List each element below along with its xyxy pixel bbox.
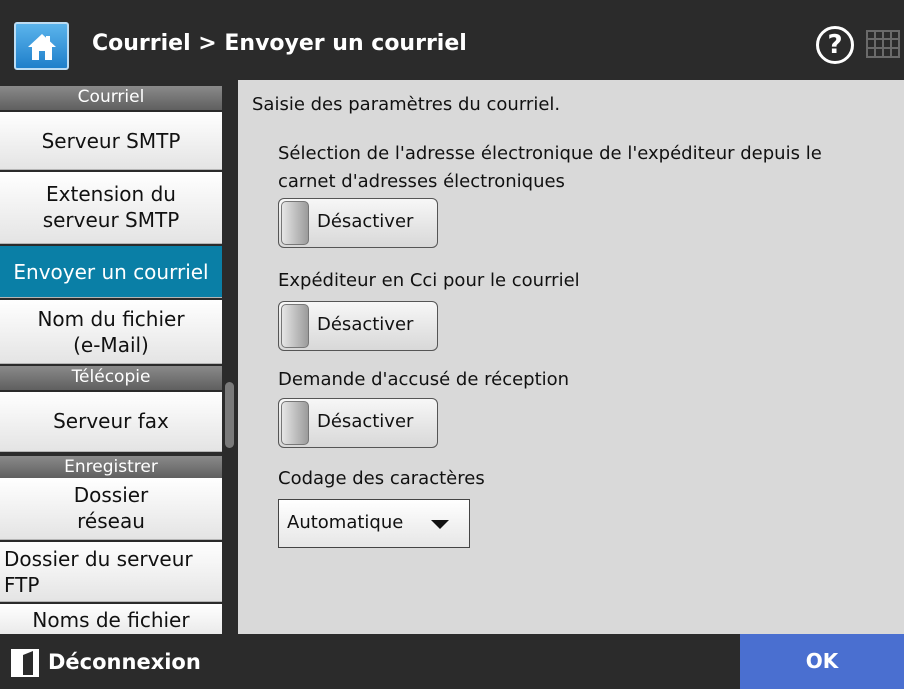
settings-panel: Saisie des paramètres du courriel. Sélec… bbox=[238, 80, 904, 634]
help-button[interactable]: ? bbox=[816, 26, 854, 64]
home-icon bbox=[28, 34, 56, 60]
logout-label: Déconnexion bbox=[48, 650, 201, 674]
sidebar-item-envoyer-courriel[interactable]: Envoyer un courriel bbox=[0, 246, 222, 298]
sidebar-item-noms-fichier[interactable]: Noms de fichier bbox=[0, 604, 222, 634]
sidebar: Courriel Serveur SMTP Extension du serve… bbox=[0, 80, 222, 634]
setting-label-sender-address: Sélection de l'adresse électronique de l… bbox=[278, 143, 822, 164]
sidebar-item-nom-fichier[interactable]: Nom du fichier (e-Mail) bbox=[0, 300, 222, 364]
scrollbar-thumb[interactable] bbox=[225, 382, 234, 448]
footer-bar: Déconnexion OK bbox=[0, 634, 904, 689]
sidebar-section-courriel: Courriel bbox=[0, 86, 222, 110]
ok-button[interactable]: OK bbox=[740, 634, 904, 689]
sidebar-item-dossier-reseau[interactable]: Dossier réseau bbox=[0, 478, 222, 540]
sidebar-item-extension-smtp[interactable]: Extension du serveur SMTP bbox=[0, 172, 222, 244]
sidebar-item-serveur-fax[interactable]: Serveur fax bbox=[0, 392, 222, 452]
toggle-label: Désactiver bbox=[317, 314, 414, 335]
encoding-value: Automatique bbox=[287, 512, 404, 533]
home-button[interactable] bbox=[14, 22, 69, 70]
toggle-knob bbox=[281, 304, 309, 348]
setting-label-encoding: Codage des caractères bbox=[278, 468, 485, 489]
setting-label-sender-address-line2: carnet d'adresses électroniques bbox=[278, 171, 565, 192]
keyboard-button[interactable] bbox=[866, 30, 900, 58]
header-bar: Courriel > Envoyer un courriel ? bbox=[0, 0, 904, 80]
sidebar-section-telecopie: Télécopie bbox=[0, 366, 222, 390]
sidebar-scrollbar[interactable] bbox=[222, 80, 238, 634]
keyboard-icon bbox=[866, 30, 900, 58]
sidebar-item-serveur-smtp[interactable]: Serveur SMTP bbox=[0, 112, 222, 170]
encoding-select[interactable]: Automatique bbox=[278, 499, 470, 548]
sender-address-toggle[interactable]: Désactiver bbox=[278, 198, 438, 248]
toggle-label: Désactiver bbox=[317, 411, 414, 432]
page-title: Courriel > Envoyer un courriel bbox=[92, 31, 467, 56]
read-receipt-toggle[interactable]: Désactiver bbox=[278, 398, 438, 448]
logout-button[interactable]: Déconnexion bbox=[10, 646, 201, 678]
toggle-label: Désactiver bbox=[317, 211, 414, 232]
sidebar-section-enregistrer: Enregistrer bbox=[0, 456, 222, 478]
setting-label-bcc: Expéditeur en Cci pour le courriel bbox=[278, 270, 580, 291]
toggle-knob bbox=[281, 401, 309, 445]
sidebar-item-dossier-ftp[interactable]: Dossier du serveur FTP bbox=[0, 542, 222, 602]
chevron-down-icon bbox=[431, 520, 449, 529]
intro-text: Saisie des paramètres du courriel. bbox=[252, 94, 561, 115]
logout-icon bbox=[11, 649, 39, 677]
setting-label-read-receipt: Demande d'accusé de réception bbox=[278, 369, 570, 390]
toggle-knob bbox=[281, 201, 309, 245]
bcc-toggle[interactable]: Désactiver bbox=[278, 301, 438, 351]
